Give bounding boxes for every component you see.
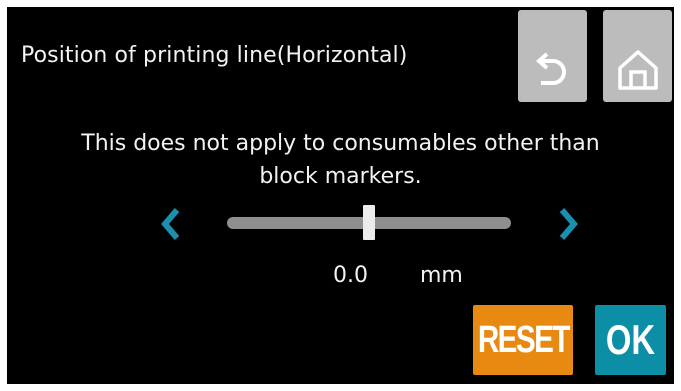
value-readout: 0.0	[333, 263, 368, 288]
ok-button-label: OK	[605, 316, 656, 363]
ok-button[interactable]: OK	[595, 305, 666, 375]
info-message-line-1: This does not apply to consumables other…	[81, 131, 600, 156]
info-message-line-2: block markers.	[259, 164, 422, 189]
chevron-right-icon[interactable]	[556, 204, 580, 244]
home-button[interactable]	[603, 10, 672, 102]
back-button[interactable]	[518, 10, 587, 102]
info-message: This does not apply to consumables other…	[7, 127, 674, 193]
home-icon	[617, 50, 658, 90]
slider-thumb[interactable]	[363, 205, 375, 240]
back-arrow-icon	[535, 52, 566, 85]
reset-button[interactable]: RESET	[473, 305, 573, 375]
page-title: Position of printing line(Horizontal)	[21, 43, 408, 68]
chevron-left-icon[interactable]	[159, 204, 183, 244]
reset-button-label: RESET	[477, 318, 570, 361]
unit-label: mm	[420, 263, 463, 288]
screen: Position of printing line(Horizontal) Th…	[7, 7, 674, 384]
